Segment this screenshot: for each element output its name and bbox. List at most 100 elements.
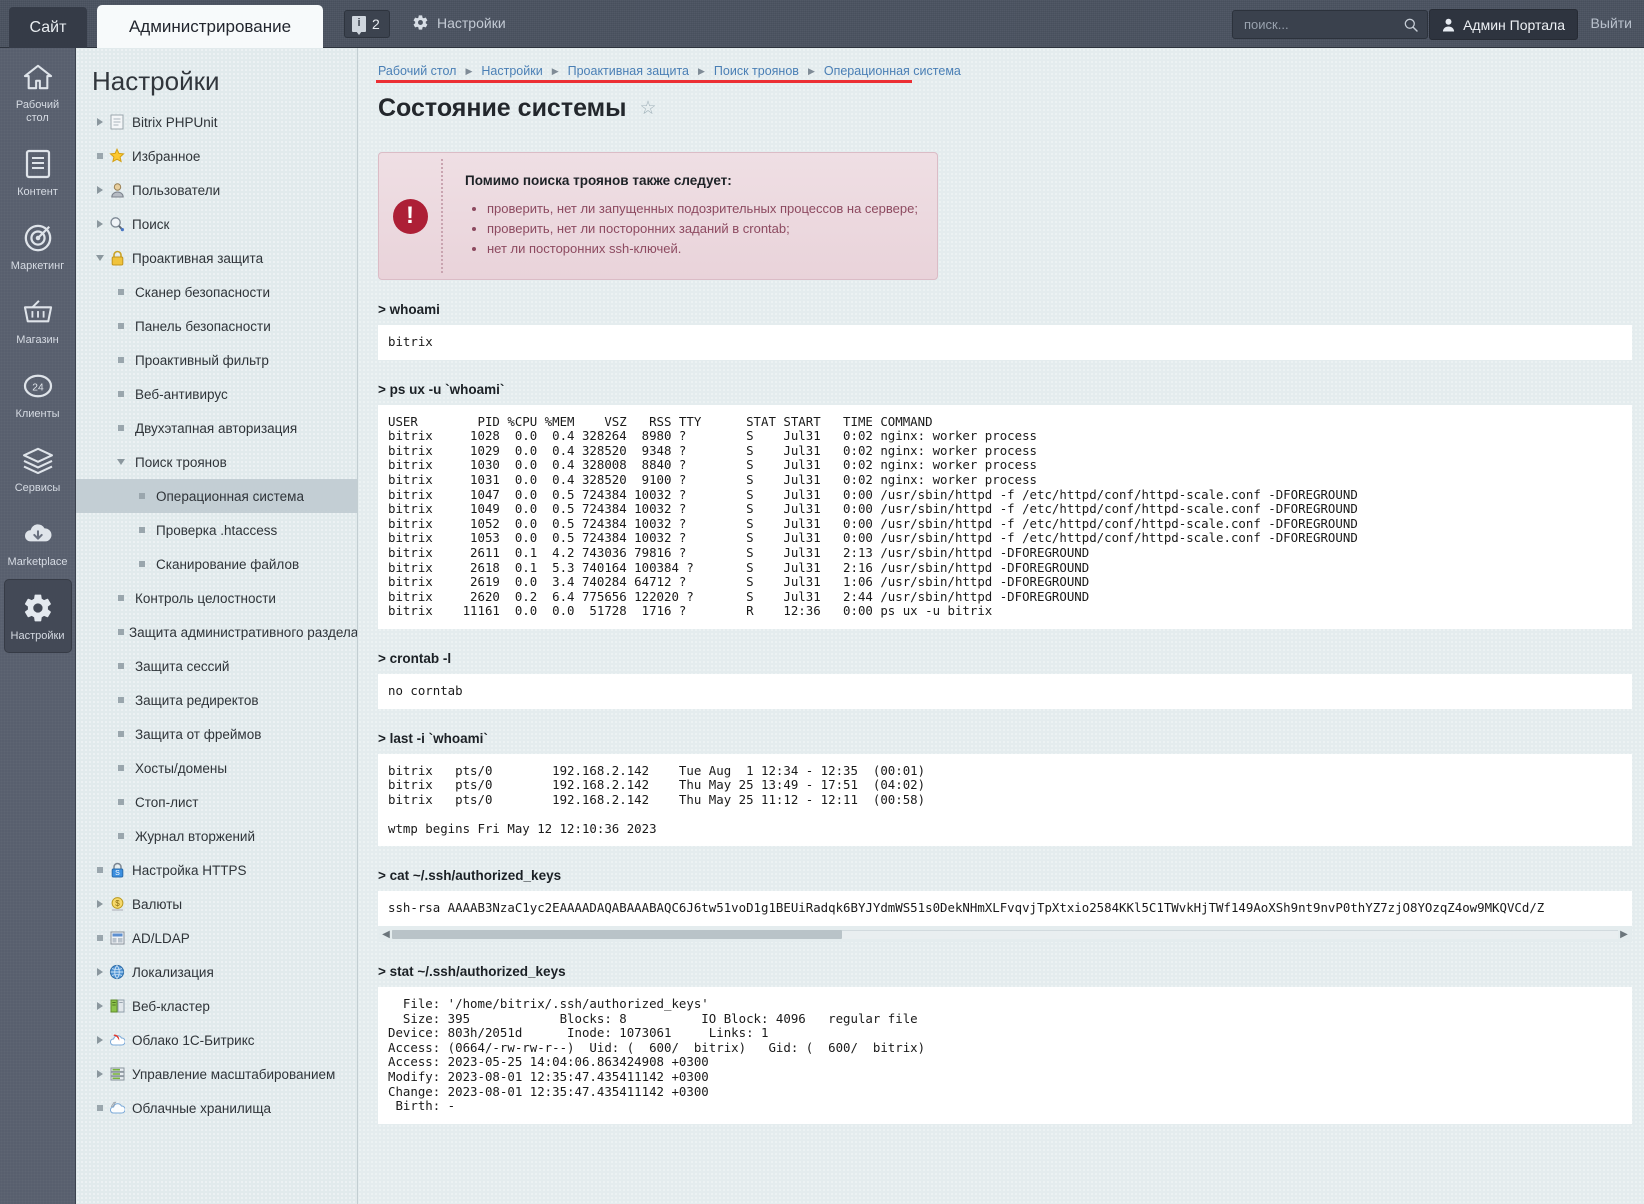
tree-item-0[interactable]: Bitrix PHPUnit <box>76 105 357 139</box>
tree-item-19[interactable]: Хосты/домены <box>76 751 357 785</box>
tree-item-7[interactable]: Проактивный фильтр <box>76 343 357 377</box>
tree-item-4[interactable]: Проактивная защита <box>76 241 357 275</box>
breadcrumb-item-4[interactable]: Операционная система <box>824 64 961 78</box>
star-outline-icon[interactable]: ☆ <box>640 97 657 120</box>
tree-item-3[interactable]: Поиск <box>76 207 357 241</box>
tree-item-21[interactable]: Журнал вторжений <box>76 819 357 853</box>
topbar-settings-label: Настройки <box>437 14 506 31</box>
tree-item-28[interactable]: Управление масштабированием <box>76 1057 357 1091</box>
search-icon[interactable] <box>1403 17 1419 33</box>
target-icon <box>4 221 72 255</box>
rail-item-6[interactable]: Marketplace <box>4 505 72 579</box>
warning-body: Помимо поиска троянов также следует: про… <box>443 153 937 279</box>
bullet-icon <box>92 153 108 159</box>
tree-item-25[interactable]: Локализация <box>76 955 357 989</box>
tree-item-9[interactable]: Двухэтапная авторизация <box>76 411 357 445</box>
scroll-left-arrow-icon[interactable]: ◀ <box>380 929 392 940</box>
tree-item-2[interactable]: Пользователи <box>76 173 357 207</box>
scroll-right-arrow-icon[interactable]: ▶ <box>1618 929 1630 940</box>
info-badge-icon: i <box>352 16 366 35</box>
basket-icon <box>4 295 72 329</box>
chevron-right-icon[interactable] <box>92 900 108 908</box>
rail-item-4[interactable]: 24 Клиенты <box>4 357 72 431</box>
tree-item-11[interactable]: Операционная система <box>76 479 357 513</box>
horizontal-scrollbar-4[interactable]: ◀ ▶ <box>378 926 1632 943</box>
rail-item-1[interactable]: Контент <box>4 135 72 209</box>
gear-icon <box>4 591 72 625</box>
chevron-right-icon[interactable] <box>92 1002 108 1010</box>
breadcrumb-separator: ▶ <box>551 65 559 76</box>
tree-item-18[interactable]: Защита от фреймов <box>76 717 357 751</box>
chevron-right-icon[interactable] <box>92 1070 108 1078</box>
topbar-settings-link[interactable]: Настройки <box>412 14 506 31</box>
tree-item-label: Пользователи <box>132 182 221 198</box>
chevron-down-icon[interactable] <box>113 459 129 465</box>
chevron-right-icon[interactable] <box>92 968 108 976</box>
breadcrumb-item-0[interactable]: Рабочий стол <box>378 64 456 78</box>
chevron-right-icon[interactable] <box>92 186 108 194</box>
command-label-2: > crontab -l <box>378 650 452 666</box>
tree-item-29[interactable]: Облачные хранилища <box>76 1091 357 1125</box>
breadcrumb-item-2[interactable]: Проактивная защита <box>568 64 689 78</box>
rail-item-7[interactable]: Настройки <box>3 579 72 653</box>
rail-item-0[interactable]: Рабочий стол <box>4 48 72 135</box>
tree-item-label: Bitrix PHPUnit <box>132 114 218 130</box>
tree-item-label: Защита сессий <box>135 658 230 674</box>
command-label-4: > cat ~/.ssh/authorized_keys <box>378 868 562 884</box>
rail-item-5[interactable]: Сервисы <box>4 431 72 505</box>
ldap-icon <box>108 930 126 946</box>
user-menu-button[interactable]: Админ Портала <box>1429 9 1578 40</box>
breadcrumb-item-1[interactable]: Настройки <box>481 64 542 78</box>
rail-item-label: Клиенты <box>15 408 60 420</box>
tree-item-label: Поиск троянов <box>135 454 227 470</box>
search-box[interactable] <box>1232 10 1428 39</box>
tree-item-8[interactable]: Веб-антивирус <box>76 377 357 411</box>
bullet-icon <box>113 289 129 295</box>
notifications-count: 2 <box>372 16 380 32</box>
search-input[interactable] <box>1242 11 1392 38</box>
chevron-right-icon[interactable] <box>92 118 108 126</box>
tree-item-5[interactable]: Сканер безопасности <box>76 275 357 309</box>
breadcrumb-item-3[interactable]: Поиск троянов <box>714 64 799 78</box>
tree-item-13[interactable]: Сканирование файлов <box>76 547 357 581</box>
scrollbar-thumb[interactable] <box>392 929 842 939</box>
tree-item-label: Панель безопасности <box>135 318 271 334</box>
rail-item-label: Настройки <box>10 630 65 642</box>
tree-item-26[interactable]: Веб-кластер <box>76 989 357 1023</box>
tree-item-14[interactable]: Контроль целостности <box>76 581 357 615</box>
chevron-right-icon[interactable] <box>92 1036 108 1044</box>
chevron-right-icon[interactable] <box>92 220 108 228</box>
bullet-icon <box>113 323 129 329</box>
bullet-icon <box>113 833 129 839</box>
notifications-button[interactable]: i 2 <box>344 10 390 38</box>
tree-item-6[interactable]: Панель безопасности <box>76 309 357 343</box>
tab-site[interactable]: Сайт <box>9 7 87 48</box>
chevron-down-icon[interactable] <box>92 255 108 261</box>
rail-item-label: Маркетинг <box>10 260 65 272</box>
warning-icon-wrap: ! <box>379 153 441 279</box>
rail-item-label: Marketplace <box>7 556 68 568</box>
tree-item-16[interactable]: Защита сессий <box>76 649 357 683</box>
tree-item-22[interactable]: S Настройка HTTPS <box>76 853 357 887</box>
output-text-5: File: '/home/bitrix/.ssh/authorized_keys… <box>388 996 926 1114</box>
tree-item-20[interactable]: Стоп-лист <box>76 785 357 819</box>
tree-item-24[interactable]: AD/LDAP <box>76 921 357 955</box>
logout-link[interactable]: Выйти <box>1591 15 1632 31</box>
document-icon <box>4 147 72 181</box>
tree-item-10[interactable]: Поиск троянов <box>76 445 357 479</box>
tree-item-15[interactable]: Защита административного раздела <box>76 615 357 649</box>
tree-item-12[interactable]: Проверка .htaccess <box>76 513 357 547</box>
bullet-icon <box>92 935 108 941</box>
rail-item-3[interactable]: Магазин <box>4 283 72 357</box>
bullet-icon <box>113 799 129 805</box>
tree-item-1[interactable]: Избранное <box>76 139 357 173</box>
breadcrumb: Рабочий стол ▶ Настройки ▶ Проактивная защит… <box>358 48 1644 84</box>
settings-tree-panel: Настройки Bitrix PHPUnit Избранное Пользов… <box>76 48 358 1204</box>
tree-item-label: Настройка HTTPS <box>132 862 247 878</box>
tree-item-27[interactable]: Облако 1С-Битрикс <box>76 1023 357 1057</box>
tree-item-17[interactable]: Защита редиректов <box>76 683 357 717</box>
user-name: Админ Портала <box>1463 16 1565 33</box>
tab-administration[interactable]: Администрирование <box>97 5 323 48</box>
tree-item-23[interactable]: $ Валюты <box>76 887 357 921</box>
rail-item-2[interactable]: Маркетинг <box>4 209 72 283</box>
